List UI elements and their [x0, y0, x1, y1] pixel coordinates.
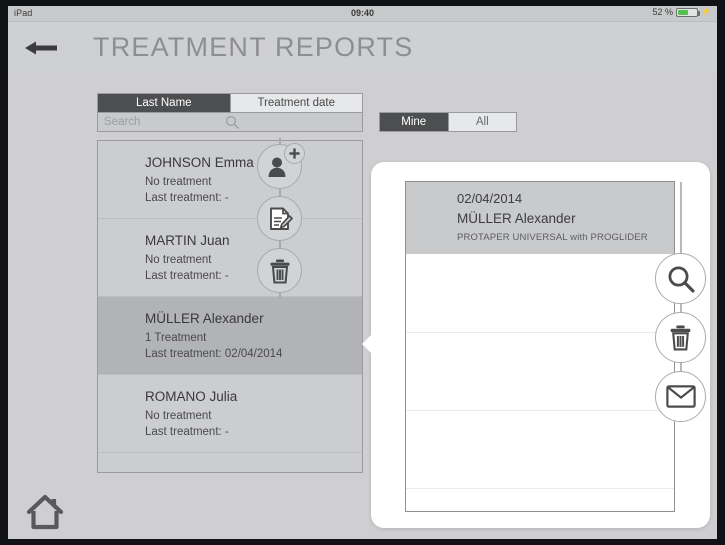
row-divider	[406, 488, 674, 489]
popover-pointer	[362, 334, 372, 354]
email-report-button[interactable]	[655, 371, 706, 422]
report-procedure: PROTAPER UNIVERSAL with PROGLIDER	[457, 232, 648, 243]
patient-name: ROMANO Julia	[145, 389, 238, 404]
ipad-screen: iPad 09:40 52 % ⚡ TREATMENT REPORTS Last…	[8, 6, 717, 539]
table-row[interactable]: MARTIN Juan No treatment Last treatment:…	[98, 219, 362, 297]
page-title: TREATMENT REPORTS	[93, 32, 414, 62]
patient-name: MÜLLER Alexander	[145, 311, 264, 326]
status-bar: iPad 09:40 52 % ⚡	[8, 6, 717, 22]
report-date: 02/04/2014	[457, 191, 523, 206]
lightning-bolt-icon: ⚡	[701, 7, 711, 16]
patient-list[interactable]: JOHNSON Emma No treatment Last treatment…	[97, 140, 363, 473]
status-battery-group: 52 % ⚡	[653, 7, 711, 17]
popover-panel: 02/04/2014 MÜLLER Alexander PROTAPER UNI…	[405, 181, 675, 512]
sort-tab-treatment-date[interactable]: Treatment date	[229, 94, 363, 112]
navigation-bar: TREATMENT REPORTS	[8, 22, 717, 72]
row-divider	[406, 332, 674, 333]
patient-treatment-count: No treatment	[145, 176, 212, 188]
inspect-report-button[interactable]	[655, 253, 706, 304]
search-input[interactable]: Search	[97, 113, 363, 132]
patient-name: JOHNSON Emma	[145, 155, 254, 170]
back-arrow-icon[interactable]	[23, 39, 59, 57]
add-patient-button[interactable]	[257, 143, 305, 189]
patient-last-treatment: Last treatment: -	[145, 192, 229, 204]
delete-patient-button[interactable]	[257, 248, 302, 293]
battery-percent-label: 52 %	[652, 7, 674, 17]
search-placeholder: Search	[104, 116, 141, 128]
owner-tab-all[interactable]: All	[447, 113, 517, 131]
battery-icon	[676, 7, 701, 17]
sort-segmented-control[interactable]: Last Name Treatment date	[97, 93, 363, 113]
owner-segmented-control[interactable]: Mine All	[379, 112, 517, 132]
search-icon	[225, 115, 239, 129]
patient-name: MARTIN Juan	[145, 233, 230, 248]
table-row[interactable]: JOHNSON Emma No treatment Last treatment…	[98, 141, 362, 219]
delete-report-button[interactable]	[655, 312, 706, 363]
edit-report-button[interactable]	[257, 196, 302, 241]
patient-last-treatment: Last treatment: -	[145, 270, 229, 282]
patient-last-treatment: Last treatment: -	[145, 426, 229, 438]
device-frame: iPad 09:40 52 % ⚡ TREATMENT REPORTS Last…	[0, 0, 725, 545]
table-row[interactable]: ROMANO Julia No treatment Last treatment…	[98, 375, 362, 453]
list-action-stack	[257, 138, 305, 298]
sort-tab-last-name[interactable]: Last Name	[98, 94, 230, 112]
owner-tab-mine[interactable]: Mine	[380, 113, 448, 131]
report-action-stack	[655, 182, 707, 422]
home-button[interactable]	[25, 492, 65, 532]
main-content: Last Name Treatment date Search Mine All	[8, 72, 717, 539]
patient-treatment-count: No treatment	[145, 254, 212, 266]
report-patient-name: MÜLLER Alexander	[457, 211, 576, 226]
patient-last-treatment: Last treatment: 02/04/2014	[145, 348, 283, 360]
popover-body	[406, 254, 674, 511]
popover-header: 02/04/2014 MÜLLER Alexander PROTAPER UNI…	[406, 182, 674, 254]
table-row[interactable]: MÜLLER Alexander 1 Treatment Last treatm…	[98, 297, 362, 375]
patient-treatment-count: 1 Treatment	[145, 332, 207, 344]
row-divider	[406, 410, 674, 411]
status-clock: 09:40	[350, 8, 375, 18]
patient-treatment-count: No treatment	[145, 410, 212, 422]
plus-icon	[284, 143, 305, 164]
